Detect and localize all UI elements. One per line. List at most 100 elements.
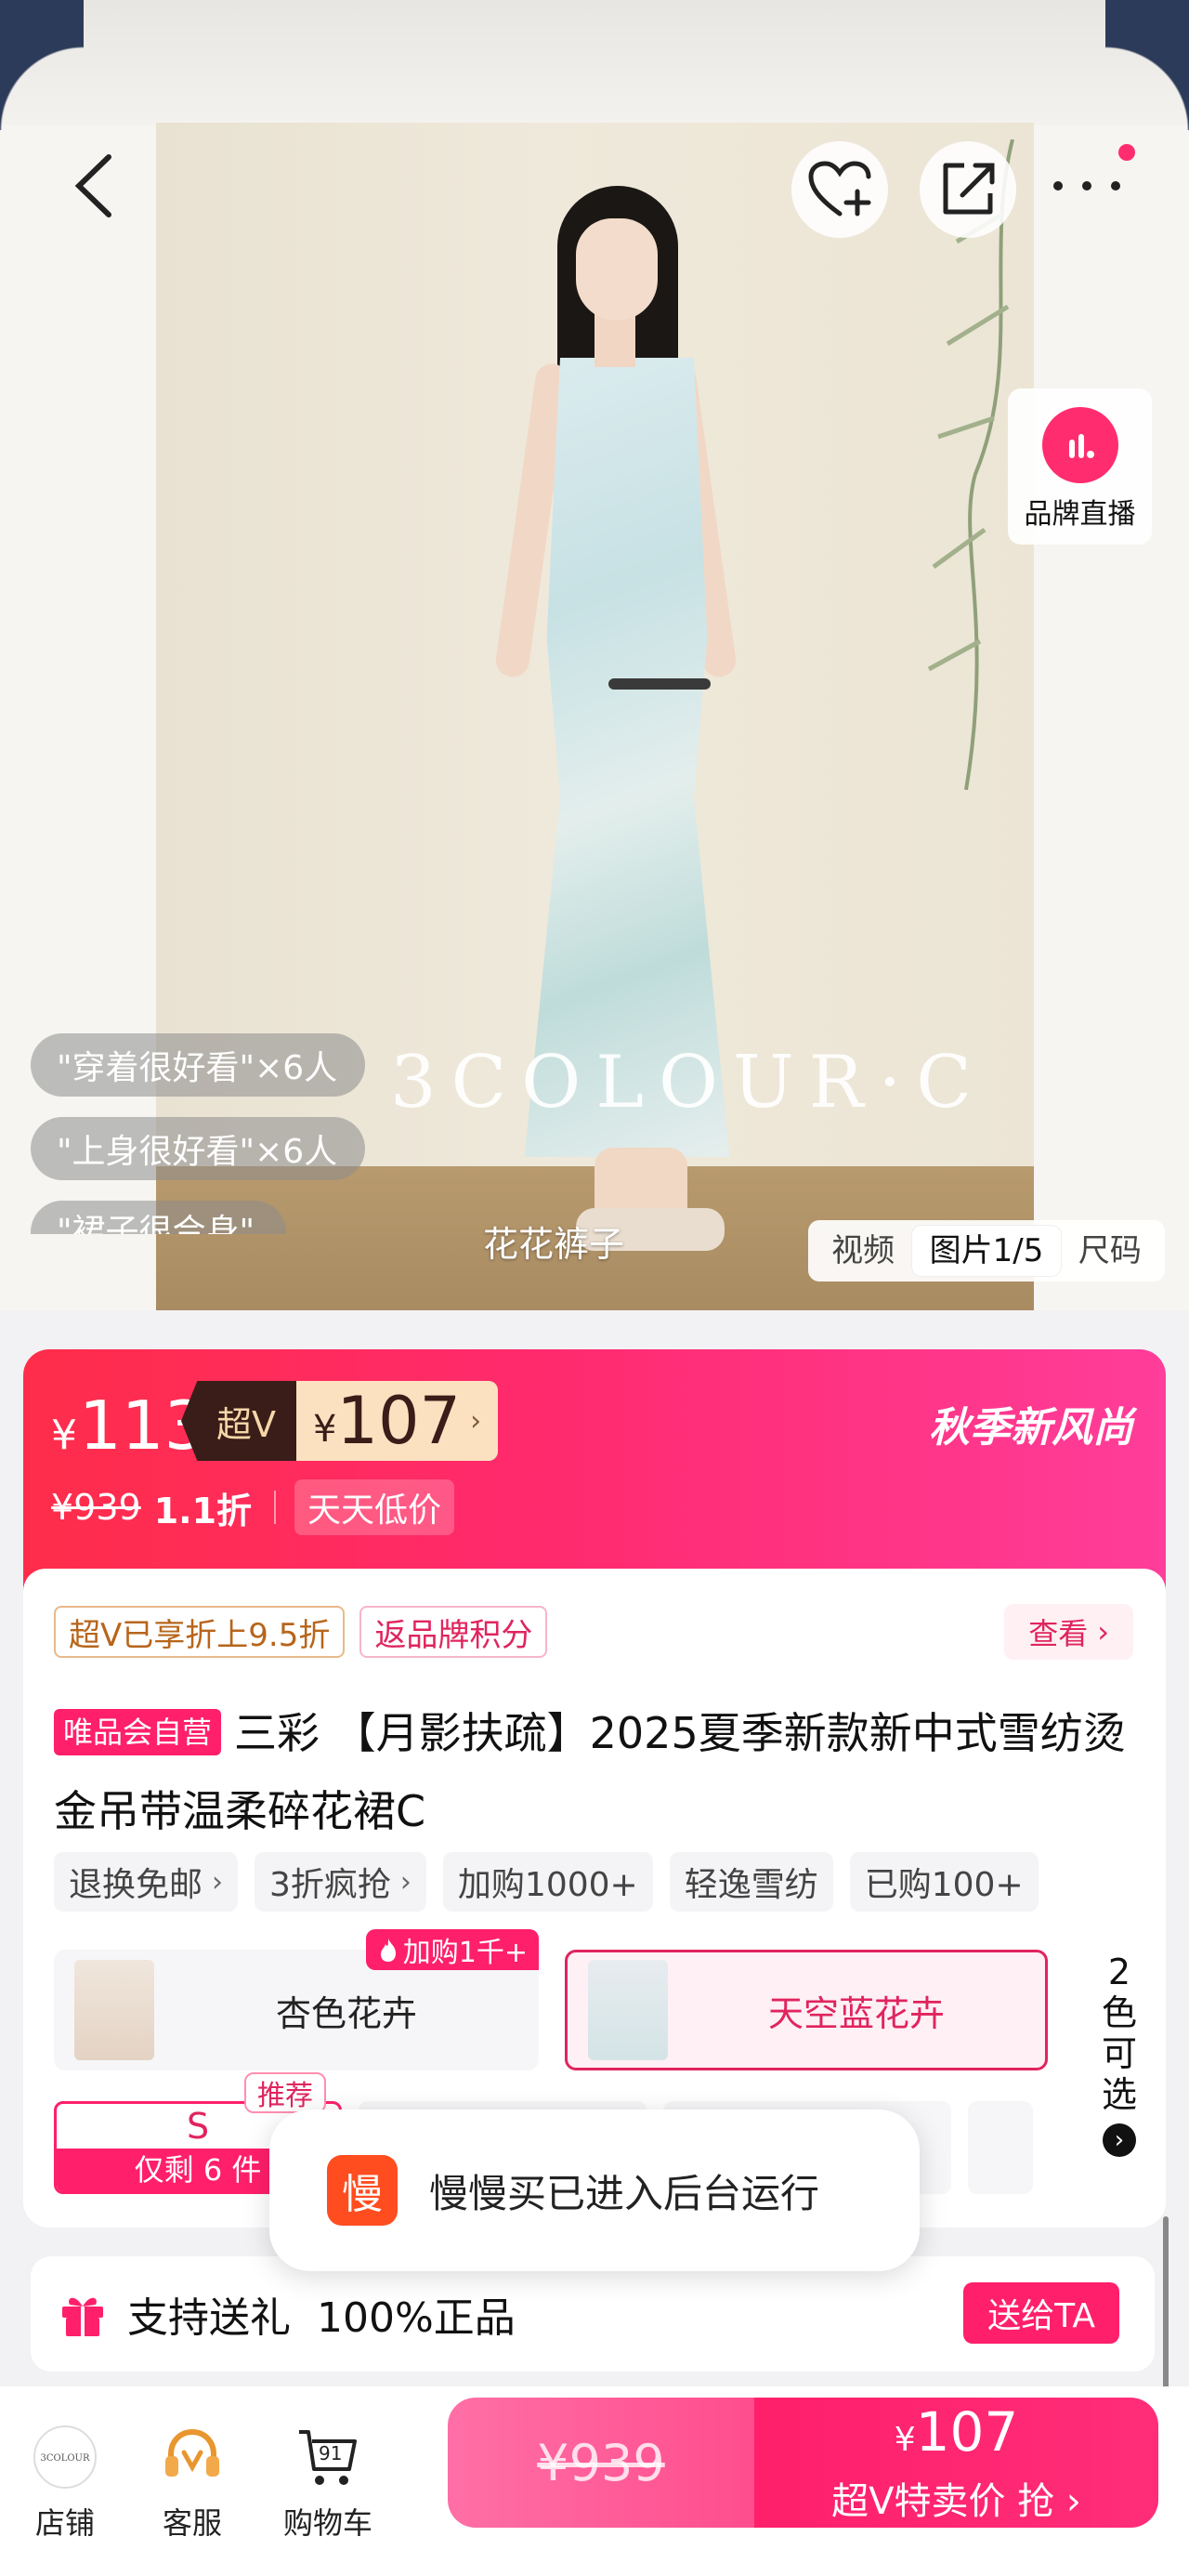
nav-label: 店铺: [34, 2505, 95, 2541]
review-bubble[interactable]: "穿着很好看"×6人: [31, 1033, 365, 1097]
buy-price: ¥107: [754, 2401, 1158, 2471]
product-image-area[interactable]: 3COLOUR·C 花花裤子 品牌直播 "穿着很好看"×6人 "上身很好看"×6…: [0, 0, 1189, 1310]
photo-caption: 花花裤子: [483, 1224, 625, 1265]
tag-label: 轻逸雪纺: [684, 1866, 818, 1904]
tag-purchased: 已购100+: [849, 1852, 1039, 1912]
color-name: 天空蓝花卉: [767, 1992, 945, 2034]
scrollbar[interactable]: [1163, 2216, 1169, 2402]
product-info-card: ¥ 113 超Ⅴ ¥ 107 › 秋季新风尚 ¥939 1.1折 天天低价 超Ⅴ…: [23, 1349, 1166, 2228]
superv-price-value: 107: [336, 1383, 462, 1459]
view-benefits-button[interactable]: 查看 ›: [1004, 1604, 1133, 1660]
original-price: ¥939: [51, 1487, 141, 1528]
screen-corner: [0, 0, 84, 130]
live-icon: [1041, 407, 1118, 483]
price-subline: ¥939 1.1折 天天低价: [51, 1479, 455, 1535]
tag-material: 轻逸雪纺: [669, 1852, 833, 1912]
model-face: [576, 218, 658, 321]
currency-symbol: ¥: [894, 2420, 916, 2459]
currency-symbol: ¥: [51, 1412, 77, 1459]
buy-now-button[interactable]: ¥107 超Ⅴ特卖价 抢 ›: [754, 2398, 1158, 2528]
back-button[interactable]: [56, 149, 130, 223]
nav-cart[interactable]: 91 购物车: [277, 2424, 379, 2543]
chevron-right-icon: ›: [1097, 1614, 1109, 1649]
media-tabs: 视频 图片1/5 尺码: [808, 1220, 1165, 1281]
tab-size[interactable]: 尺码: [1061, 1226, 1159, 1276]
superv-label: 超Ⅴ: [181, 1381, 296, 1461]
tag-label: 退换免邮: [69, 1866, 203, 1904]
buy-button-group: ¥939 ¥107 超Ⅴ特卖价 抢 ›: [448, 2398, 1158, 2528]
product-title: 唯品会自营 三彩 【月影扶疏】2025夏季新款新中式雪纺烫金吊带温柔碎花裙C: [54, 1694, 1141, 1850]
gift-bar: 支持送礼 100%正品 送给TA: [31, 2256, 1155, 2372]
tab-images[interactable]: 图片1/5: [912, 1226, 1061, 1276]
more-button[interactable]: [1050, 149, 1124, 223]
bottom-action-bar: 3COLOUR 店铺 客服 91 购物车 ¥939 ¥107 超Ⅴ特卖价 抢 ›: [0, 2386, 1189, 2576]
shop-logo-icon: 3COLOUR: [32, 2424, 98, 2491]
favorite-button[interactable]: [791, 141, 888, 238]
recommend-badge: 推荐: [244, 2072, 326, 2113]
tag-label: 3折疯抢: [269, 1866, 391, 1904]
chevron-left-icon: [74, 154, 111, 217]
headset-icon: [159, 2424, 226, 2491]
notification-dot: [1118, 144, 1135, 161]
tab-video[interactable]: 视频: [814, 1226, 912, 1276]
tag-flash-sale[interactable]: 3折疯抢 ›: [255, 1852, 426, 1912]
superv-discount-tag: 超Ⅴ已享折上9.5折: [54, 1606, 346, 1658]
chevron-right-icon: ›: [399, 1865, 412, 1899]
tag-free-return[interactable]: 退换免邮 ›: [54, 1852, 239, 1912]
share-button[interactable]: [920, 141, 1016, 238]
season-banner-text: 秋季新风尚: [929, 1404, 1133, 1452]
send-gift-button[interactable]: 送给TA: [963, 2282, 1119, 2344]
nav-label: 客服: [162, 2505, 222, 2541]
divider: [274, 1491, 277, 1524]
chevron-right-icon: ›: [1103, 2123, 1136, 2157]
screen-corner: [1105, 0, 1189, 130]
more-dots-icon: [1053, 181, 1120, 191]
size-option[interactable]: [968, 2101, 1033, 2194]
color-name: 杏色花卉: [275, 1992, 417, 2034]
tag-label: 已购100+: [864, 1866, 1024, 1904]
review-bubble[interactable]: "上身很好看"×6人: [31, 1117, 365, 1180]
more-colors-label: 2色可选: [1101, 1952, 1137, 2115]
original-price-button[interactable]: ¥939: [448, 2398, 754, 2528]
chevron-right-icon: ›: [470, 1404, 482, 1438]
color-option-apricot[interactable]: 杏色花卉 加购1千+: [54, 1929, 539, 2070]
live-label: 品牌直播: [1024, 498, 1136, 531]
nav-shop[interactable]: 3COLOUR 店铺: [14, 2424, 116, 2543]
brand-points-tag: 返品牌积分: [359, 1606, 548, 1658]
superv-price: ¥ 107 ›: [296, 1381, 499, 1461]
tag-cart-count: 加购1000+: [442, 1852, 653, 1912]
shop-logo: 3COLOUR: [33, 2425, 97, 2489]
toast-text: 慢慢买已进入后台运行: [429, 2170, 820, 2216]
cart-icon: 91: [294, 2424, 361, 2491]
low-price-badge: 天天低价: [294, 1479, 455, 1535]
brand-live-button[interactable]: 品牌直播: [1008, 388, 1152, 545]
more-colors-button[interactable]: 2色可选 ›: [1091, 1952, 1147, 2157]
gift-icon: [62, 2297, 103, 2336]
color-swatch-image: [74, 1960, 154, 2060]
benefit-row: 超Ⅴ已享折上9.5折 返品牌积分: [54, 1606, 548, 1658]
vip-self-operated-badge: 唯品会自营: [54, 1709, 222, 1755]
chevron-right-icon: ›: [212, 1865, 224, 1899]
hot-badge-text: 加购1千+: [402, 1937, 528, 1969]
model-fan: [608, 678, 711, 690]
fire-icon: [380, 1939, 396, 1962]
discount-rate: 1.1折: [153, 1490, 253, 1531]
background-toast: 慢 慢慢买已进入后台运行: [269, 2109, 920, 2271]
nav-service[interactable]: 客服: [141, 2424, 243, 2543]
genuine-text: 100%正品: [317, 2294, 516, 2342]
nav-label: 购物车: [282, 2505, 372, 2541]
hot-badge: 加购1千+: [365, 1929, 539, 1970]
heart-plus-icon: [808, 161, 871, 217]
buy-label: 超Ⅴ特卖价 抢 ›: [831, 2479, 1081, 2523]
review-bubble[interactable]: "裙子很合身": [31, 1201, 286, 1234]
color-option-sky-blue[interactable]: 天空蓝花卉: [565, 1950, 1048, 2070]
cart-count: 91: [319, 2442, 343, 2464]
share-icon: [943, 163, 995, 215]
feature-tags: 退换免邮 › 3折疯抢 › 加购1000+ 轻逸雪纺 已购100+: [54, 1852, 1039, 1912]
color-options: 杏色花卉 加购1千+ 天空蓝花卉: [54, 1929, 1048, 2070]
superv-price-tag[interactable]: 超Ⅴ ¥ 107 ›: [181, 1381, 499, 1461]
currency-symbol: ¥: [313, 1408, 337, 1451]
view-label: 查看: [1028, 1616, 1089, 1651]
color-swatch-image: [588, 1960, 668, 2060]
gift-support-text: 支持送礼: [127, 2294, 291, 2342]
